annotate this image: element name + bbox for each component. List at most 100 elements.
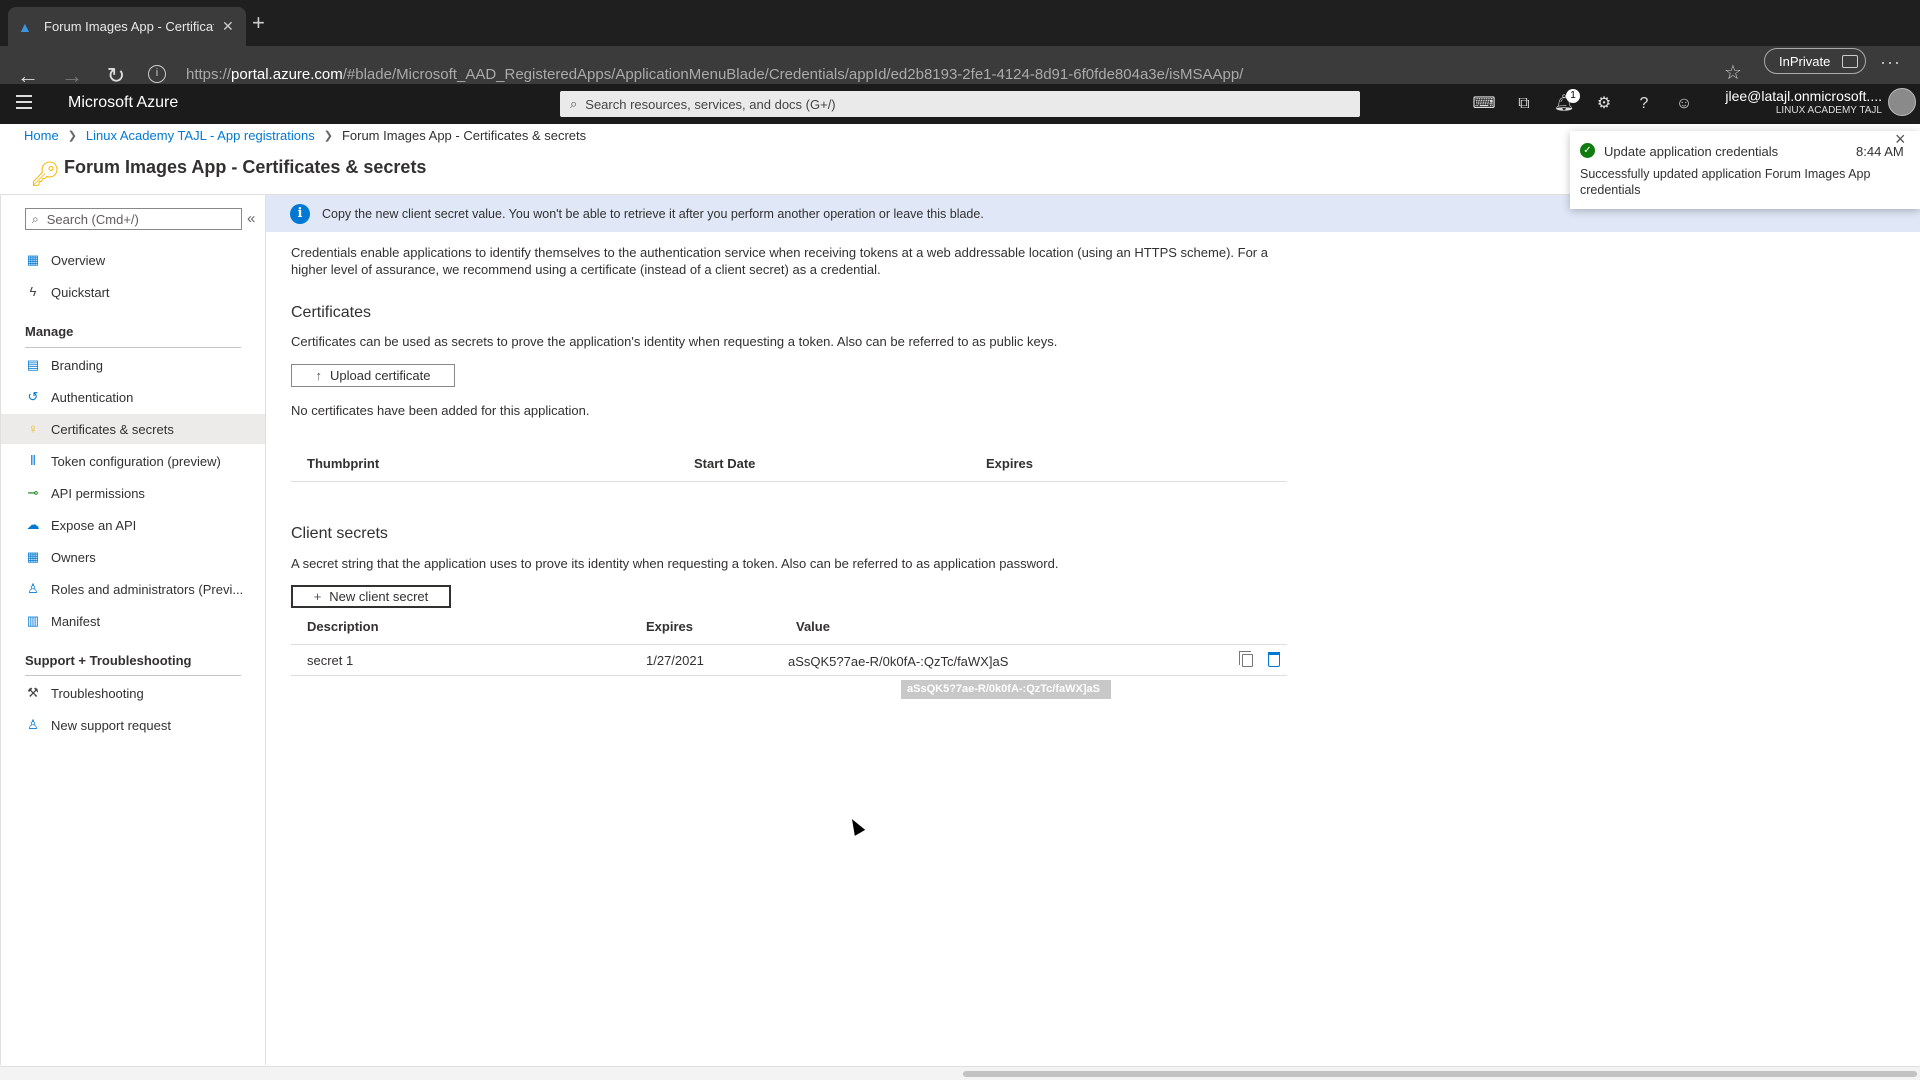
- no-certificates-message: No certificates have been added for this…: [291, 403, 590, 418]
- site-info-icon[interactable]: i: [148, 65, 166, 83]
- horizontal-scrollbar[interactable]: [0, 1066, 1920, 1080]
- certificates-description: Certificates can be used as secrets to p…: [291, 334, 1058, 349]
- lightning-icon: ϟ: [29, 284, 37, 299]
- sidebar-item-label: API permissions: [51, 485, 145, 501]
- notification-badge: 1: [1566, 89, 1580, 103]
- favorite-star-icon[interactable]: ☆: [1724, 60, 1742, 85]
- avatar[interactable]: [1888, 88, 1916, 116]
- client-secrets-heading: Client secrets: [291, 525, 388, 542]
- column-header-expires: Expires: [986, 456, 1033, 471]
- plus-icon: +: [313, 589, 322, 604]
- user-org: LINUX ACADEMY TAJL: [1775, 105, 1882, 116]
- support-person-icon: ♙: [27, 717, 39, 732]
- breadcrumb-app-registrations[interactable]: Linux Academy TAJL - App registrations: [86, 128, 315, 143]
- sidebar-item-branding[interactable]: ▤ Branding: [1, 350, 265, 380]
- browser-tab-bar: ▲ Forum Images App - Certificates & secr…: [0, 0, 1920, 46]
- help-icon[interactable]: ?: [1624, 92, 1664, 116]
- breadcrumb-current: Forum Images App - Certificates & secret…: [341, 128, 587, 143]
- info-banner-text: Copy the new client secret value. You wo…: [322, 206, 984, 221]
- user-email: jlee@latajl.onmicrosoft....: [1725, 88, 1882, 104]
- browser-tab[interactable]: ▲ Forum Images App - Certificates & secr…: [8, 7, 246, 46]
- key-icon: 🔑︎: [30, 161, 61, 188]
- breadcrumb-home[interactable]: Home: [24, 128, 59, 143]
- sidebar-item-label: Branding: [51, 357, 104, 373]
- token-config-icon: ⦀: [30, 453, 36, 468]
- sidebar-item-manifest[interactable]: ▥ Manifest: [1, 606, 265, 636]
- success-check-icon: ✓: [1580, 143, 1595, 158]
- account-menu[interactable]: jlee@latajl.onmicrosoft.... LINUX ACADEM…: [1700, 88, 1882, 116]
- azure-title[interactable]: Microsoft Azure: [68, 94, 178, 112]
- certificates-heading: Certificates: [291, 304, 372, 321]
- table-divider: [291, 644, 1287, 645]
- sidebar-section-manage: Manage: [25, 324, 74, 339]
- inprivate-button[interactable]: InPrivate: [1764, 48, 1866, 74]
- credentials-intro-line-2: higher level of assurance, we recommend …: [291, 262, 881, 277]
- sidebar-item-certificates-secrets[interactable]: ♀ Certificates & secrets: [1, 414, 265, 444]
- sidebar-item-label: Quickstart: [51, 284, 110, 300]
- sidebar-item-troubleshooting[interactable]: ⚒ Troubleshooting: [1, 678, 265, 708]
- feedback-smiley-icon[interactable]: ☺: [1664, 92, 1704, 116]
- close-icon[interactable]: ×: [1895, 129, 1906, 150]
- sidebar-search-placeholder: Search (Cmd+/): [46, 211, 139, 227]
- grid-icon: ▦: [26, 252, 40, 267]
- owners-icon: ▦: [26, 549, 40, 564]
- sidebar-search-input[interactable]: ⌕ Search (Cmd+/): [25, 208, 242, 230]
- authentication-icon: ↺: [27, 389, 39, 404]
- sidebar-item-roles-administrators[interactable]: ♙ Roles and administrators (Previ...: [1, 574, 265, 604]
- secret-expires: 1/27/2021: [646, 653, 704, 668]
- directory-filter-icon[interactable]: ⧉: [1504, 92, 1544, 116]
- upload-certificate-button[interactable]: ↑ Upload certificate: [291, 364, 455, 387]
- sidebar-item-authentication[interactable]: ↺ Authentication: [1, 382, 265, 412]
- column-header-start-date: Start Date: [694, 456, 756, 471]
- sidebar-item-expose-api[interactable]: ☁ Expose an API: [1, 510, 265, 540]
- sidebar: ⌕ Search (Cmd+/) « ▦ Overview ϟ Quicksta…: [0, 195, 266, 1065]
- secret-value-tooltip: aSsQK5?7ae-R/0k0fA-:QzTc/faWX]aS: [901, 680, 1111, 699]
- url-scheme: https://: [186, 65, 232, 83]
- toast-message: Successfully updated application Forum I…: [1580, 167, 1871, 197]
- url-host: portal.azure.com: [231, 65, 343, 83]
- settings-gear-icon[interactable]: ⚙: [1584, 92, 1624, 116]
- sidebar-item-label: New support request: [51, 717, 171, 733]
- tab-close-icon[interactable]: ✕: [222, 18, 234, 35]
- column-header-value: Value: [796, 619, 830, 634]
- search-icon: ⌕: [32, 211, 39, 226]
- azure-top-bar: Microsoft Azure ⌕ Search resources, serv…: [0, 84, 1920, 124]
- sidebar-item-label: Expose an API: [51, 517, 137, 533]
- portal-menu-icon[interactable]: [16, 95, 32, 109]
- notification-toast[interactable]: ✓ Update application credentials 8:44 AM…: [1570, 129, 1920, 209]
- new-tab-button[interactable]: +: [252, 12, 265, 34]
- mouse-cursor-icon: [846, 816, 866, 836]
- table-divider: [291, 675, 1287, 676]
- sidebar-item-token-configuration[interactable]: ⦀ Token configuration (preview): [1, 446, 265, 476]
- new-client-secret-button[interactable]: + New client secret: [290, 584, 452, 609]
- sidebar-item-label: Certificates & secrets: [51, 421, 174, 437]
- collapse-sidebar-icon[interactable]: «: [247, 210, 255, 227]
- cloud-shell-icon[interactable]: ⌨: [1464, 92, 1504, 116]
- azure-favicon-icon: ▲: [18, 18, 32, 35]
- copy-icon[interactable]: [1239, 651, 1253, 667]
- sidebar-item-new-support-request[interactable]: ♙ New support request: [1, 710, 265, 740]
- delete-trash-icon[interactable]: [1268, 652, 1280, 667]
- info-icon: i: [290, 203, 310, 224]
- scrollbar-thumb[interactable]: [963, 1071, 1917, 1077]
- notifications-icon[interactable]: 🔔︎ 1: [1544, 89, 1584, 116]
- user-role-icon: ♙: [27, 581, 39, 596]
- new-client-secret-label: New client secret: [329, 589, 429, 604]
- tab-title: Forum Images App - Certificates & secret…: [44, 19, 214, 34]
- secret-description: secret 1: [307, 653, 354, 668]
- browser-menu-icon[interactable]: ···: [1880, 52, 1901, 73]
- client-secrets-description: A secret string that the application use…: [291, 556, 1059, 571]
- sidebar-divider: [25, 347, 241, 348]
- upload-arrow-icon: ↑: [315, 368, 323, 383]
- column-header-expires: Expires: [646, 619, 693, 634]
- sidebar-item-api-permissions[interactable]: ⊸ API permissions: [1, 478, 265, 508]
- global-search-placeholder: Search resources, services, and docs (G+…: [585, 96, 836, 112]
- sidebar-item-quickstart[interactable]: ϟ Quickstart: [1, 277, 265, 307]
- header-icons: ⌨ ⧉ 🔔︎ 1 ⚙ ? ☺: [1464, 89, 1704, 116]
- sidebar-item-overview[interactable]: ▦ Overview: [1, 245, 265, 275]
- secret-value[interactable]: aSsQK5?7ae-R/0k0fA-:QzTc/faWX]aS: [788, 654, 1008, 669]
- global-search-input[interactable]: ⌕ Search resources, services, and docs (…: [560, 91, 1360, 117]
- url-path: /#blade/Microsoft_AAD_RegisteredApps/App…: [342, 65, 1244, 83]
- sidebar-item-label: Authentication: [51, 389, 134, 405]
- sidebar-item-owners[interactable]: ▦ Owners: [1, 542, 265, 572]
